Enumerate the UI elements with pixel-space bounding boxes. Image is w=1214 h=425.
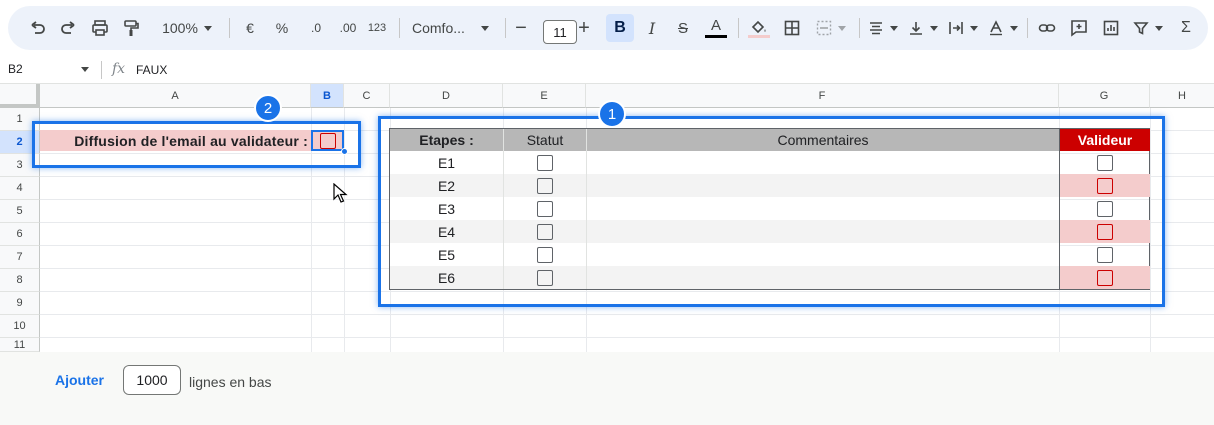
strikethrough-button[interactable]: S: [671, 6, 695, 50]
decrease-decimal-button[interactable]: .0: [301, 6, 331, 50]
row-header-6[interactable]: 6: [0, 223, 40, 246]
chevron-down-icon: [480, 25, 489, 31]
gridline: [40, 314, 1214, 315]
text-color-bar: [705, 35, 727, 38]
chevron-down-icon[interactable]: [81, 67, 89, 72]
merge-cells-button[interactable]: [811, 6, 851, 50]
redo-icon[interactable]: [56, 6, 80, 50]
column-header-d[interactable]: D: [390, 84, 503, 108]
strike-label: S: [677, 19, 688, 37]
fill-color-button[interactable]: [746, 6, 772, 50]
font-select[interactable]: Comfo...: [408, 6, 496, 50]
add-rows-suffix: lignes en bas: [189, 374, 272, 390]
column-header-e[interactable]: E: [503, 84, 586, 108]
annotation-badge-2: 2: [254, 94, 282, 122]
divider: [101, 61, 102, 79]
formula-input[interactable]: FAUX: [136, 63, 167, 77]
font-size-input[interactable]: 11: [543, 20, 577, 44]
divider: [399, 18, 400, 38]
merge-icon: [816, 20, 832, 36]
chevron-down-icon: [203, 25, 212, 31]
increase-decimal-label: .00: [339, 21, 357, 35]
add-rows-bar: Ajouter 1000 lignes en bas: [0, 352, 1214, 425]
comment-icon[interactable]: [1066, 6, 1092, 50]
font-name: Comfo...: [412, 20, 465, 36]
highlight-box-1: [378, 116, 1165, 307]
number-format-label: 123: [367, 22, 387, 34]
column-header-h[interactable]: H: [1150, 84, 1214, 108]
fx-icon: fx: [112, 61, 126, 77]
chevron-down-icon: [838, 25, 846, 31]
fill-color-bar: [748, 34, 770, 38]
functions-button[interactable]: Σ: [1174, 6, 1198, 50]
gridline: [40, 337, 1214, 338]
sum-icon: Σ: [1181, 19, 1191, 36]
increase-decimal-button[interactable]: .00: [333, 6, 363, 50]
column-header-g[interactable]: G: [1059, 84, 1150, 108]
text-color-button[interactable]: A: [703, 6, 729, 50]
chevron-down-icon: [970, 25, 978, 31]
row-header-4[interactable]: 4: [0, 177, 40, 200]
text-rotation-button[interactable]: [985, 6, 1021, 50]
chevron-down-icon: [890, 25, 898, 31]
filter-icon: [1133, 22, 1149, 35]
decrease-decimal-label: .0: [310, 21, 321, 35]
chevron-down-icon: [930, 25, 938, 31]
row-header-9[interactable]: 9: [0, 292, 40, 315]
row-count-input[interactable]: 1000: [123, 365, 181, 395]
decrease-font-size-button[interactable]: −: [511, 6, 531, 50]
print-icon[interactable]: [88, 6, 112, 50]
currency-button[interactable]: €: [238, 6, 262, 50]
column-header-f[interactable]: F: [586, 84, 1059, 108]
currency-label: €: [246, 20, 254, 36]
italic-label: I: [648, 18, 656, 38]
text-wrap-button[interactable]: [945, 6, 981, 50]
annotation-badge-1: 1: [598, 100, 626, 128]
divider: [859, 18, 860, 38]
row-header-11[interactable]: 11: [0, 338, 40, 352]
name-box[interactable]: B2: [8, 62, 23, 76]
text-color-label: A: [710, 17, 721, 34]
bold-label: B: [614, 19, 626, 36]
bold-button[interactable]: B: [606, 14, 634, 42]
row-header-5[interactable]: 5: [0, 200, 40, 223]
zoom-select[interactable]: 100%: [154, 6, 220, 50]
divider: [229, 18, 230, 38]
divider: [738, 18, 739, 38]
formula-bar: B2 fx FAUX: [0, 56, 1214, 84]
percent-label: %: [275, 20, 289, 36]
column-header-b[interactable]: B: [311, 84, 344, 108]
vertical-align-button[interactable]: [905, 6, 941, 50]
column-header-c[interactable]: C: [344, 84, 390, 108]
chevron-down-icon: [1010, 25, 1018, 31]
increase-font-size-button[interactable]: +: [574, 6, 594, 50]
align-center-icon: [870, 22, 882, 35]
highlight-box-2: [32, 121, 361, 168]
italic-button[interactable]: I: [640, 6, 664, 50]
row-header-7[interactable]: 7: [0, 246, 40, 269]
filter-button[interactable]: [1130, 6, 1166, 50]
paint-format-icon[interactable]: [119, 6, 143, 50]
paint-bucket-icon: [751, 20, 766, 33]
link-icon[interactable]: [1034, 6, 1060, 50]
chart-icon[interactable]: [1098, 6, 1124, 50]
row-header-10[interactable]: 10: [0, 315, 40, 338]
zoom-value: 100%: [162, 20, 198, 36]
add-rows-button[interactable]: Ajouter: [55, 372, 104, 388]
wrap-icon: [949, 22, 963, 34]
undo-icon[interactable]: [26, 6, 50, 50]
text-rotation-icon: [990, 20, 1002, 36]
row-header-8[interactable]: 8: [0, 269, 40, 292]
select-all-corner[interactable]: [0, 84, 40, 108]
align-bottom-icon: [910, 22, 922, 35]
number-format-button[interactable]: 123: [364, 6, 390, 50]
divider: [505, 18, 506, 38]
mouse-pointer-icon: [333, 183, 348, 203]
toolbar: 100% € % .0 .00 123 Comfo... − 11 + B I …: [8, 6, 1208, 50]
divider: [1027, 18, 1028, 38]
borders-icon[interactable]: [780, 6, 804, 50]
horizontal-align-button[interactable]: [865, 6, 901, 50]
percent-button[interactable]: %: [270, 6, 294, 50]
chevron-down-icon: [1155, 25, 1163, 31]
